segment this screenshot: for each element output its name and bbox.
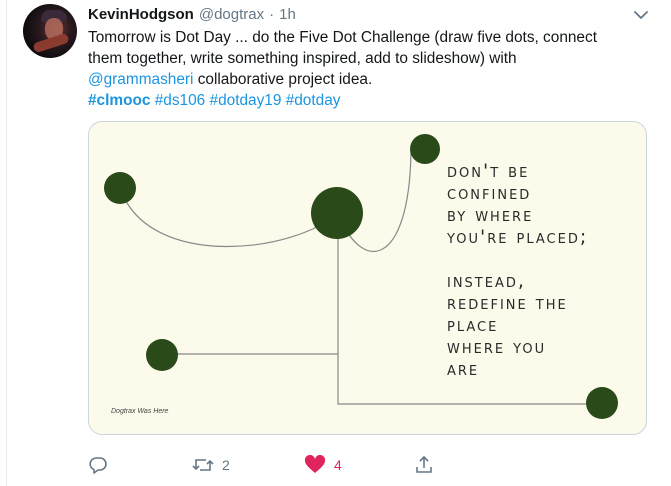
reply-icon	[88, 455, 108, 475]
dot	[146, 339, 178, 371]
share-button[interactable]	[414, 454, 434, 476]
tweet-text-line: Tomorrow is Dot Day ... do the Five Dot …	[88, 29, 597, 46]
dot	[104, 172, 136, 204]
quote-line: Don't be	[447, 160, 530, 182]
media-image[interactable]: Don't be confined by where you're placed…	[88, 121, 647, 435]
like-button[interactable]: 4	[304, 454, 342, 476]
heart-icon	[304, 455, 326, 475]
hashtag-link[interactable]: #ds106	[155, 92, 206, 109]
user-handle[interactable]: @dogtrax	[199, 6, 264, 23]
retweet-count: 2	[222, 457, 230, 473]
like-count: 4	[334, 457, 342, 473]
timestamp[interactable]: 1h	[279, 6, 296, 23]
tweet-text-line: them together, write something inspired,…	[88, 50, 517, 67]
quote-gap	[447, 248, 646, 270]
reply-button[interactable]	[88, 454, 108, 476]
dot	[586, 387, 618, 419]
dot	[311, 187, 363, 239]
display-name[interactable]: KevinHodgson	[88, 6, 194, 23]
dot	[410, 134, 440, 164]
hashtag-link[interactable]: #clmooc	[88, 92, 150, 109]
image-credit: Dogtrax Was Here	[111, 408, 169, 415]
tweet-header: KevinHodgson @dogtrax · 1h	[88, 6, 296, 26]
quote-line: are	[447, 358, 480, 380]
quote-line: redefine the	[447, 292, 568, 314]
avatar[interactable]	[23, 4, 77, 58]
quote-line: you're placed;	[447, 226, 589, 248]
separator-dot: ·	[269, 6, 275, 23]
quote-line: confined	[447, 182, 532, 204]
more-options-chevron-down-icon[interactable]	[632, 6, 650, 24]
quote-line: where you	[447, 336, 547, 358]
quote-line: place	[447, 314, 499, 336]
share-icon	[414, 455, 434, 475]
tweet-actions: 2 4	[88, 454, 648, 476]
hashtag-line: #clmooc #ds106 #dotday19 #dotday	[88, 90, 648, 111]
tweet[interactable]: KevinHodgson @dogtrax · 1h Tomorrow is D…	[0, 0, 671, 486]
tweet-text: Tomorrow is Dot Day ... do the Five Dot …	[88, 27, 648, 111]
tweet-text-fragment: collaborative project idea.	[193, 71, 373, 88]
hashtag-link[interactable]: #dotday	[286, 92, 341, 109]
quote-text: Don't be confined by where you're placed…	[447, 160, 646, 380]
retweet-button[interactable]: 2	[192, 454, 230, 476]
connector-line	[119, 187, 339, 248]
retweet-icon	[192, 455, 214, 475]
hashtag-link[interactable]: #dotday19	[210, 92, 282, 109]
mention-link[interactable]: @grammasheri	[88, 71, 193, 88]
quote-line: Instead,	[447, 270, 526, 292]
tweet-text-line: @grammasheri collaborative project idea.	[88, 69, 648, 90]
timeline-border	[6, 0, 7, 486]
quote-line: by where	[447, 204, 534, 226]
